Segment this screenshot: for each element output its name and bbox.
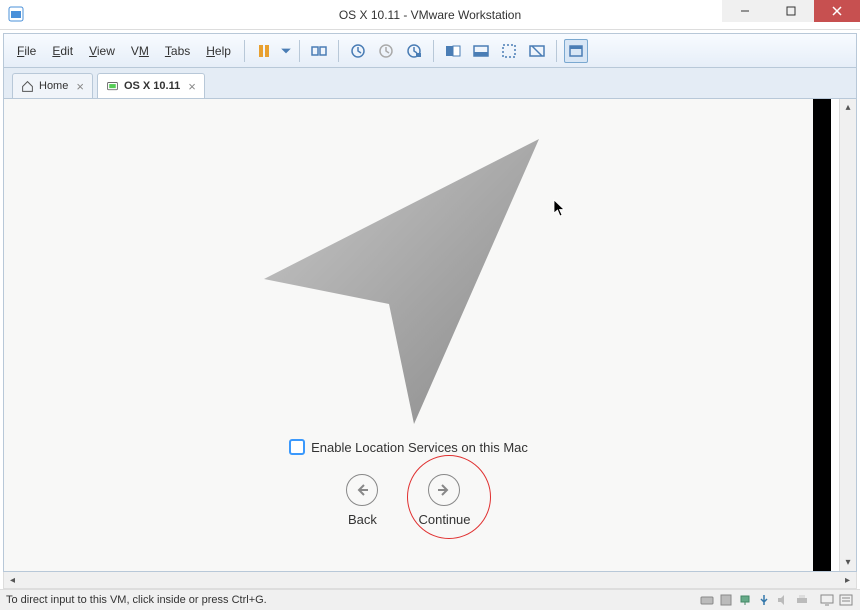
enable-location-checkbox[interactable]: [289, 439, 305, 455]
usb-icon[interactable]: [756, 593, 772, 607]
send-ctrl-alt-del-button[interactable]: [307, 39, 331, 63]
separator: [244, 40, 245, 62]
continue-button[interactable]: Continue: [418, 474, 470, 527]
unity-button[interactable]: [525, 39, 549, 63]
tab-vm-label: OS X 10.11: [124, 80, 180, 92]
show-console-button[interactable]: [441, 39, 465, 63]
menu-file[interactable]: File: [9, 40, 44, 62]
scroll-left-button[interactable]: ◂: [4, 572, 21, 588]
pause-button[interactable]: [252, 39, 276, 63]
back-button[interactable]: Back: [346, 474, 378, 527]
vm-viewport[interactable]: Enable Location Services on this Mac Bac…: [3, 99, 857, 572]
window-minimize-button[interactable]: [722, 0, 768, 22]
stretch-guest-button[interactable]: [497, 39, 521, 63]
tab-close-button[interactable]: ×: [188, 79, 196, 94]
dropdown-arrow-icon[interactable]: [280, 39, 292, 63]
snapshot-manager-button[interactable]: [402, 39, 426, 63]
scroll-right-button[interactable]: ▸: [839, 572, 856, 588]
separator: [556, 40, 557, 62]
snapshot-take-button[interactable]: [346, 39, 370, 63]
display-icon[interactable]: [819, 593, 835, 607]
menubar: File Edit View VM Tabs Help: [3, 33, 857, 68]
horizontal-scrollbar[interactable]: ◂ ▸: [3, 572, 857, 589]
vertical-scrollbar[interactable]: ▴ ▾: [839, 99, 856, 571]
enable-location-row: Enable Location Services on this Mac: [4, 439, 813, 455]
snapshot-revert-button[interactable]: [374, 39, 398, 63]
location-arrow-icon: [254, 129, 564, 434]
statusbar: To direct input to this VM, click inside…: [0, 589, 860, 610]
enable-location-label: Enable Location Services on this Mac: [311, 440, 528, 455]
network-icon[interactable]: [737, 593, 753, 607]
scroll-down-button[interactable]: ▾: [840, 554, 856, 571]
back-arrow-icon: [346, 474, 378, 506]
menu-vm[interactable]: VM: [123, 40, 157, 62]
separator: [338, 40, 339, 62]
separator: [299, 40, 300, 62]
back-label: Back: [348, 512, 377, 527]
scroll-up-button[interactable]: ▴: [840, 99, 856, 116]
menu-help[interactable]: Help: [198, 40, 239, 62]
show-thumbnails-button[interactable]: [469, 39, 493, 63]
menu-view[interactable]: View: [81, 40, 123, 62]
message-log-icon[interactable]: [838, 593, 854, 607]
app-icon: [8, 6, 24, 22]
menu-tabs[interactable]: Tabs: [157, 40, 198, 62]
window-titlebar: OS X 10.11 - VMware Workstation: [0, 0, 860, 30]
window-close-button[interactable]: [814, 0, 860, 22]
vm-letterbox: [813, 99, 831, 571]
tab-close-button[interactable]: ×: [76, 79, 84, 94]
status-message: To direct input to this VM, click inside…: [6, 594, 699, 606]
tab-home-label: Home: [39, 80, 68, 92]
disk-icon[interactable]: [699, 593, 715, 607]
printer-icon[interactable]: [794, 593, 810, 607]
tab-home[interactable]: Home ×: [12, 73, 93, 98]
separator: [433, 40, 434, 62]
continue-label: Continue: [418, 512, 470, 527]
continue-arrow-icon: [428, 474, 460, 506]
window-title: OS X 10.11 - VMware Workstation: [339, 8, 521, 22]
sound-icon[interactable]: [775, 593, 791, 607]
tabbar: Home × OS X 10.11 ×: [3, 68, 857, 99]
vm-icon: [106, 80, 119, 93]
menu-edit[interactable]: Edit: [44, 40, 81, 62]
home-icon: [21, 80, 34, 93]
tab-vm[interactable]: OS X 10.11 ×: [97, 73, 205, 98]
floppy-icon[interactable]: [718, 593, 734, 607]
window-maximize-button[interactable]: [768, 0, 814, 22]
fullscreen-button[interactable]: [564, 39, 588, 63]
